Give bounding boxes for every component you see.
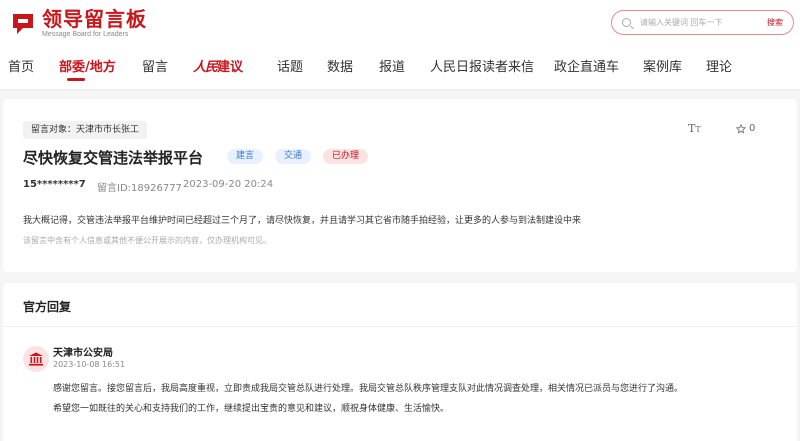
- font-size-icon[interactable]: TT: [688, 122, 701, 135]
- tag-traffic[interactable]: 交通: [275, 149, 312, 164]
- reply-section-title: 官方回复: [23, 300, 72, 314]
- favorite-count: 0: [749, 123, 756, 134]
- nav-item-data[interactable]: 数据: [327, 56, 353, 75]
- nav-item-messages[interactable]: 留言: [142, 56, 168, 75]
- site-logo[interactable]: 领导留言板 Message Board for Leaders: [10, 9, 147, 39]
- nav-brand-suffix: 建议: [217, 60, 244, 75]
- main-nav: 首页 部委/地方 留言 人民建议 话题 数据 报道 人民日报读者来信 政企直通车…: [0, 52, 800, 81]
- tag-status-handled: 已办理: [323, 149, 369, 164]
- nav-item-reports[interactable]: 报道: [379, 56, 405, 75]
- message-title: 尽快恢复交管违法举报平台: [23, 149, 204, 167]
- message-time: 2023-09-20 20:24: [183, 179, 274, 190]
- logo-title: 领导留言板: [42, 7, 147, 31]
- nav-item-home[interactable]: 首页: [8, 56, 34, 75]
- favorite-button[interactable]: 0: [736, 123, 755, 134]
- reply-time: 2023-10-08 16:51: [53, 360, 126, 369]
- section-divider: [3, 326, 797, 327]
- message-user: 15********7: [23, 179, 86, 190]
- star-icon: [736, 123, 746, 134]
- search-button[interactable]: 搜索: [767, 17, 783, 28]
- tag-suggestion[interactable]: 建言: [227, 149, 264, 164]
- nav-item-people-suggestions[interactable]: 人民建议: [193, 56, 243, 75]
- nav-item-case-library[interactable]: 案例库: [643, 56, 682, 75]
- message-target: 留言对象：天津市市长张工: [23, 121, 148, 139]
- official-reply-card: 官方回复 天津市公安局 2023-10-08 16:51 感谢您留言。接您留言后…: [3, 283, 797, 441]
- message-id: 留言ID:18926777: [97, 183, 182, 194]
- message-card: 留言对象：天津市市长张工 尽快恢复交管违法举报平台 建言 交通 已办理 TT 0…: [3, 99, 797, 272]
- nav-item-theory[interactable]: 理论: [706, 56, 732, 75]
- search-box: 搜索: [611, 10, 794, 35]
- nav-item-ministries[interactable]: 部委/地方: [59, 56, 116, 75]
- site-header: 领导留言板 Message Board for Leaders 搜索 首页 部委…: [0, 0, 800, 90]
- search-icon: [622, 18, 631, 27]
- active-nav-indicator: [67, 78, 85, 81]
- nav-item-topics[interactable]: 话题: [277, 56, 303, 75]
- nav-item-business-express[interactable]: 政企直通车: [554, 56, 619, 75]
- message-content: 我大概记得，交管违法举报平台维护时间已经超过三个月了，请尽快恢复，并且请学习其它…: [23, 216, 582, 226]
- government-building-icon: [23, 346, 49, 372]
- logo-mark-icon: [10, 11, 36, 37]
- logo-subtitle: Message Board for Leaders: [42, 31, 129, 38]
- nav-brand-calligraphy: 人民: [193, 60, 218, 75]
- reply-paragraph-2: 希望您一如既往的关心和支持我们的工作，继续提出宝贵的意见和建议，顺祝身体健康、生…: [53, 404, 450, 414]
- reply-paragraph-1: 感谢您留言。接您留言后，我局高度重视，立即责成我局交管总队进行处理。我局交管总队…: [53, 384, 684, 394]
- reply-org-name: 天津市公安局: [53, 348, 113, 359]
- privacy-note: 该留言中含有个人信息或其他不便公开展示的内容，仅办理机构可见。: [23, 236, 271, 245]
- search-input[interactable]: [640, 18, 760, 27]
- nav-item-reader-letters[interactable]: 人民日报读者来信: [430, 56, 534, 75]
